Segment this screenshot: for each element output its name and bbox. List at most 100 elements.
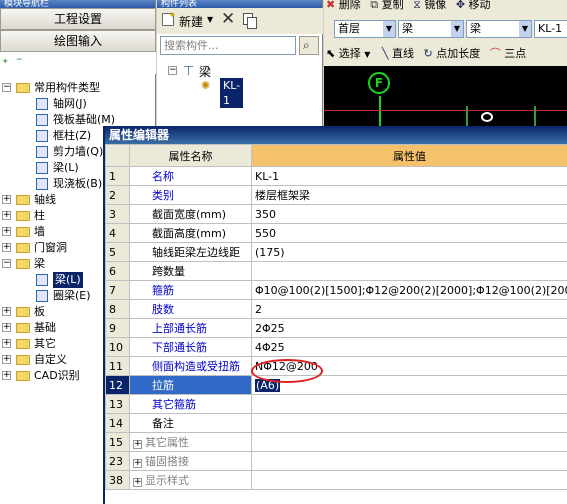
property-value[interactable] [251, 261, 567, 281]
property-name: 截面高度(mm) [129, 223, 252, 243]
row-number: 10 [105, 337, 130, 357]
copy-icon: ⧉ [370, 0, 379, 11]
property-value[interactable]: Φ10@100(2)[1500];Φ12@200(2)[2000];Φ12@10… [251, 280, 567, 300]
property-value[interactable]: 2 [251, 299, 567, 319]
property-value[interactable]: 350 [251, 204, 567, 224]
copy-button[interactable]: 复制 [382, 0, 404, 11]
property-row[interactable]: 15 + 其它属性 [105, 432, 567, 452]
property-row[interactable]: 12 拉筋 (A6) [105, 375, 567, 395]
property-value[interactable]: KL-1 [251, 166, 567, 186]
mirror-button[interactable]: 镜像 [424, 0, 446, 11]
floor-select-value: 首层 [338, 22, 360, 35]
property-value[interactable]: 楼层框架梁 [251, 185, 567, 205]
row-number: 13 [105, 394, 130, 414]
tree-expand-toggle[interactable]: + [2, 227, 11, 236]
point-length-icon: ↻ [423, 47, 433, 60]
new-dropdown-icon[interactable]: ▼ [207, 15, 213, 24]
tree-expand-toggle[interactable]: + [2, 355, 11, 364]
expand-group-icon[interactable]: + [133, 440, 142, 449]
component-search-input[interactable]: 搜索构件... [160, 36, 296, 55]
tree-item-kl-1[interactable]: KL-1 [220, 78, 244, 108]
property-row[interactable]: 8 肢数 2 [105, 299, 567, 319]
property-row[interactable]: 13 其它箍筋 [105, 394, 567, 414]
property-row[interactable]: 14 备注 [105, 413, 567, 433]
component-type-select[interactable]: 梁 ▼ [398, 20, 464, 38]
property-value[interactable] [251, 451, 567, 471]
row-number: 11 [105, 356, 130, 376]
tree-collapse-toggle[interactable]: − [168, 66, 177, 75]
row-number: 8 [105, 299, 130, 319]
tree-expand-toggle[interactable]: + [2, 371, 11, 380]
property-row[interactable]: 10 下部通长筋 4Φ25 [105, 337, 567, 357]
line-icon: ╲ [381, 47, 389, 60]
property-name-label: 名称 [152, 170, 174, 183]
property-name-label: 下部通长筋 [152, 341, 207, 354]
property-value[interactable] [251, 394, 567, 414]
property-name-label: 备注 [152, 417, 174, 430]
expand-group-icon[interactable]: + [133, 459, 142, 468]
tree-item-label: 墙 [34, 225, 45, 238]
three-point-arc-button[interactable]: 三点 [504, 47, 526, 60]
copy-icon[interactable] [243, 13, 257, 29]
property-row[interactable]: 38 + 显示样式 [105, 470, 567, 490]
property-row[interactable]: 3 截面宽度(mm) 350 [105, 204, 567, 224]
property-value[interactable]: 4Φ25 [251, 337, 567, 357]
tree-collapse-toggle[interactable]: − [2, 259, 11, 268]
property-name-label: 箍筋 [152, 284, 174, 297]
property-row[interactable]: 11 侧面构造或受扭筋 NΦ12@200 [105, 356, 567, 376]
drawing-toolbar: ✖ 删除 ⧉ 复制 ⧖ 镜像 ✥ 移动 首层 ▼ 梁 ▼ 梁 ▼ KL-1 ⬉ … [324, 0, 567, 66]
property-value[interactable]: 2Φ25 [251, 318, 567, 338]
component-name-select[interactable]: KL-1 [534, 20, 567, 38]
mirror-icon: ⧖ [413, 0, 421, 11]
tree-expand-toggle[interactable]: + [2, 211, 11, 220]
tree-expand-toggle[interactable]: + [2, 339, 11, 348]
property-value[interactable] [251, 432, 567, 452]
property-row[interactable]: 4 截面高度(mm) 550 [105, 223, 567, 243]
folder-icon [16, 211, 30, 221]
row-number: 5 [105, 242, 130, 262]
expand-all-icon[interactable]: ⁺ [2, 56, 8, 70]
tree-expand-toggle[interactable]: + [2, 307, 11, 316]
drawing-input-button[interactable]: 绘图输入 [0, 30, 156, 52]
component-subtype-select[interactable]: 梁 ▼ [466, 20, 532, 38]
new-icon: ✦ [162, 11, 176, 26]
select-button[interactable]: 选择 [339, 47, 361, 60]
axis-bubble: F [368, 72, 390, 94]
property-row[interactable]: 7 箍筋 Φ10@100(2)[1500];Φ12@200(2)[2000];Φ12… [105, 280, 567, 300]
tree-expand-toggle[interactable]: + [2, 243, 11, 252]
tree-item[interactable]: 轴网(J) [0, 96, 156, 112]
property-value-text: Φ10@100(2)[1500];Φ12@200(2)[2000];Φ12@10… [255, 283, 567, 297]
new-button[interactable]: 新建 [179, 13, 203, 30]
line-button[interactable]: 直线 [392, 47, 414, 60]
property-row[interactable]: 9 上部通长筋 2Φ25 [105, 318, 567, 338]
tree-expand-toggle[interactable]: + [2, 195, 11, 204]
collapse-all-icon[interactable]: ⁻ [16, 54, 22, 68]
point-length-button[interactable]: 点加长度 [436, 47, 480, 60]
tree-expand-toggle[interactable]: + [2, 323, 11, 332]
delete-icon[interactable]: ✕ [221, 9, 235, 29]
tree-collapse-toggle[interactable]: − [2, 83, 11, 92]
floor-select[interactable]: 首层 ▼ [334, 20, 396, 38]
property-value[interactable] [251, 470, 567, 490]
property-name-label: 其它属性 [145, 436, 189, 449]
row-number: 3 [105, 204, 130, 224]
property-value-text: 楼层框架梁 [255, 189, 310, 202]
move-button[interactable]: 移动 [469, 0, 491, 11]
search-button[interactable]: ⌕ [299, 36, 319, 55]
property-value[interactable]: 550 [251, 223, 567, 243]
delete-button[interactable]: 删除 [339, 0, 361, 11]
property-value[interactable]: (175) [251, 242, 567, 262]
tree-item-label: 门窗洞 [34, 241, 67, 254]
tree-item[interactable]: − 常用构件类型 [0, 80, 156, 96]
tree-root-label[interactable]: 梁 [199, 63, 211, 80]
expand-group-icon[interactable]: + [133, 478, 142, 487]
property-row[interactable]: 5 轴线距梁左边线距 (175) [105, 242, 567, 262]
property-row[interactable]: 23 + 锚固搭接 [105, 451, 567, 471]
project-settings-button[interactable]: 工程设置 [0, 8, 156, 30]
drawing-canvas[interactable]: F [324, 66, 567, 126]
property-row[interactable]: 6 跨数量 [105, 261, 567, 281]
chevron-down-icon[interactable]: ▼ [364, 50, 370, 59]
property-row[interactable]: 2 类别 楼层框架梁 [105, 185, 567, 205]
property-row[interactable]: 1 名称 KL-1 [105, 166, 567, 186]
property-value[interactable] [251, 413, 567, 433]
